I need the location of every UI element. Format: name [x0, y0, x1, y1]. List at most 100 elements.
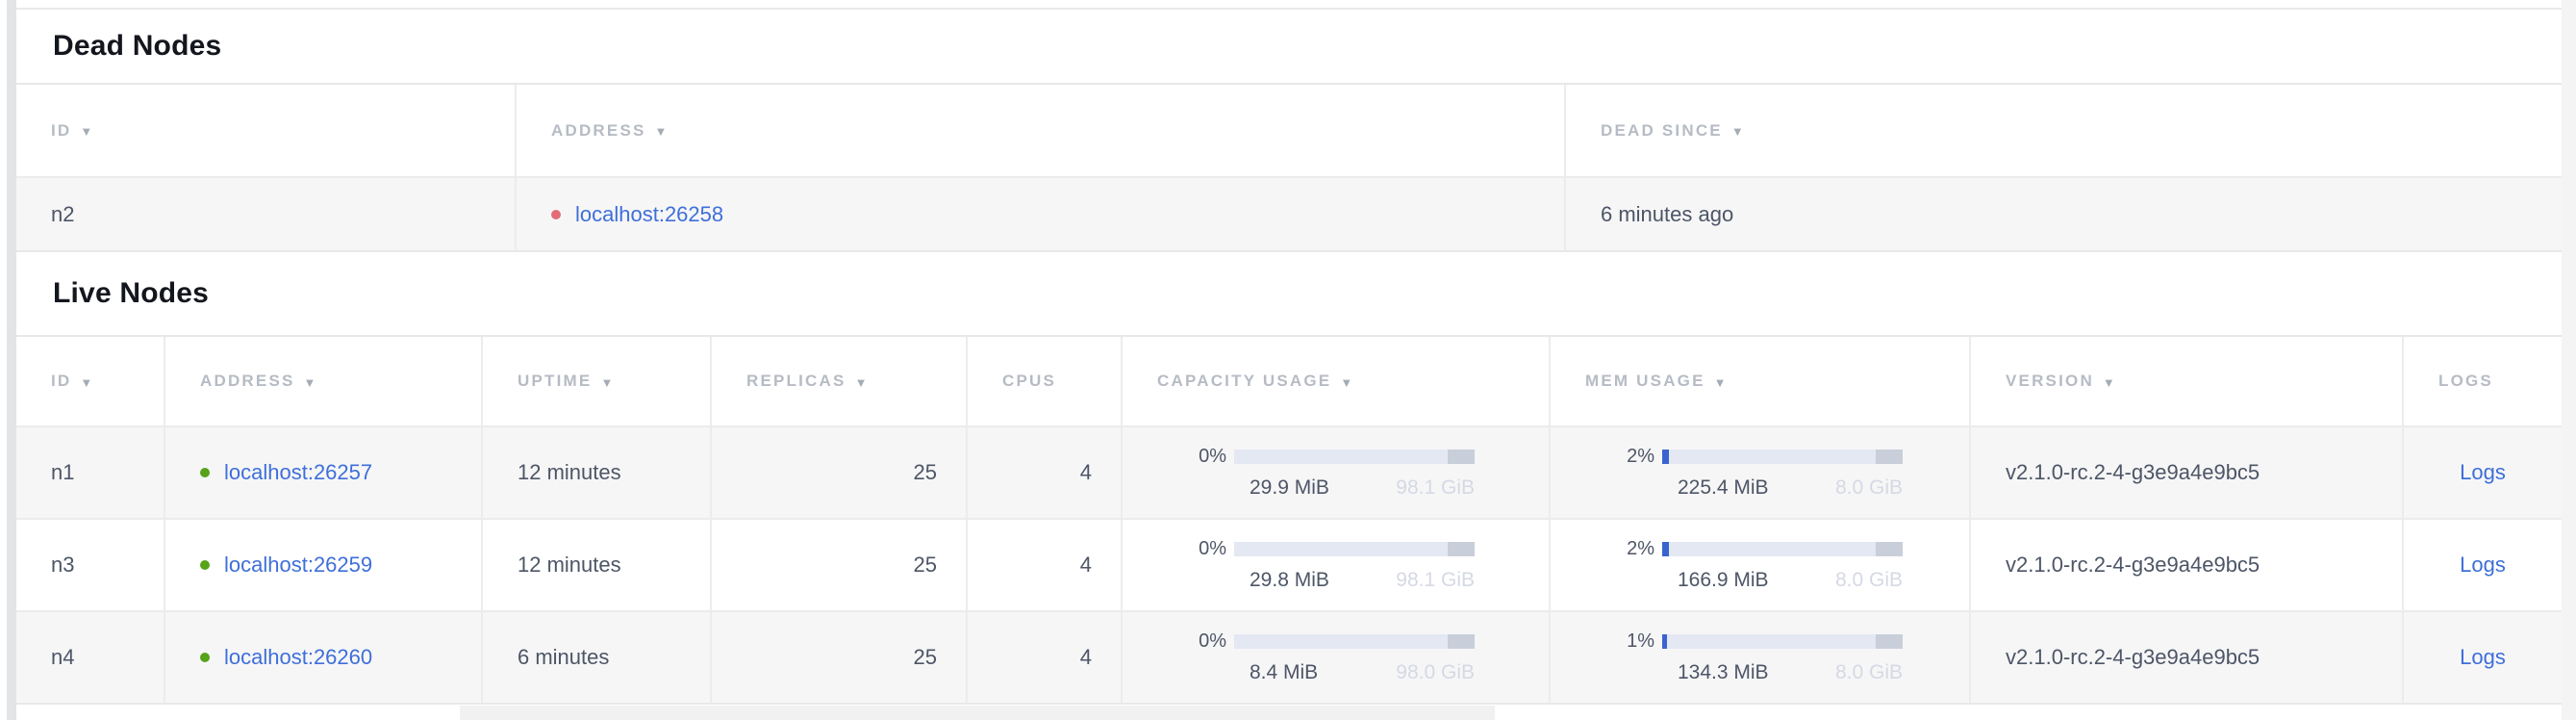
column-header-label: REPLICAS [746, 372, 846, 391]
column-header-address[interactable]: ADDRESS ▼ [165, 337, 483, 425]
column-header-cpus[interactable]: CPUS [968, 337, 1123, 425]
node-id-cell: n3 [16, 520, 165, 610]
sort-desc-icon[interactable]: ▼ [655, 124, 669, 139]
sort-desc-icon[interactable]: ▼ [80, 375, 94, 390]
mem-used-label: 134.3 MiB [1662, 661, 1769, 684]
cpus-cell: 4 [968, 427, 1123, 518]
column-header-label: CPUS [1002, 372, 1056, 391]
column-header-label: DEAD SINCE [1601, 121, 1723, 141]
capacity-used-label: 8.4 MiB [1234, 661, 1318, 684]
version-cell: v2.1.0-rc.2-4-g3e9a4e9bc5 [1971, 612, 2404, 703]
column-header-uptime[interactable]: UPTIME ▼ [483, 337, 712, 425]
live-nodes-table-header: ID ▼ ADDRESS ▼ UPTIME ▼ REPLICAS ▼ CPUS [16, 337, 2562, 425]
capacity-bar-end-block [1448, 542, 1475, 556]
column-header-label: ADDRESS [200, 372, 295, 391]
node-address-cell: localhost:26259 [165, 520, 483, 610]
capacity-percent-label: 0% [1157, 538, 1226, 560]
column-header-id[interactable]: ID ▼ [16, 85, 517, 176]
mem-percent-label: 2% [1585, 446, 1654, 468]
capacity-usage-bar [1234, 450, 1475, 464]
column-header-label: CAPACITY USAGE [1157, 372, 1331, 391]
logs-link[interactable]: Logs [2460, 553, 2506, 578]
node-address-link[interactable]: localhost:26257 [224, 460, 372, 485]
sort-desc-icon[interactable]: ▼ [1340, 375, 1354, 390]
sort-desc-icon[interactable]: ▼ [855, 375, 870, 390]
cpus-cell: 4 [968, 520, 1123, 610]
node-id-cell: n1 [16, 427, 165, 518]
capacity-usage-bar [1234, 634, 1475, 649]
mem-usage-cell: 2% 225.4 MiB 8.0 GiB [1551, 427, 1971, 518]
column-header-capacity-usage[interactable]: CAPACITY USAGE ▼ [1123, 337, 1551, 425]
mem-usage-cell: 1% 134.3 MiB 8.0 GiB [1551, 612, 1971, 703]
column-header-dead-since[interactable]: DEAD SINCE ▼ [1566, 85, 2562, 176]
live-status-dot-icon [200, 560, 210, 570]
mem-total-label: 8.0 GiB [1835, 661, 1903, 684]
node-address-cell: localhost:26257 [165, 427, 483, 518]
mem-percent-label: 2% [1585, 538, 1654, 560]
sort-desc-icon[interactable]: ▼ [600, 375, 615, 390]
mem-bar-used-segment [1662, 450, 1669, 464]
sort-desc-icon[interactable]: ▼ [1714, 375, 1729, 390]
sort-desc-icon[interactable]: ▼ [1731, 124, 1746, 139]
right-edge-strip [2562, 0, 2576, 720]
column-header-label: UPTIME [518, 372, 592, 391]
column-header-label: ID [51, 372, 71, 391]
live-status-dot-icon [200, 468, 210, 477]
mem-bar-end-block [1876, 542, 1903, 556]
left-edge-strip [0, 0, 7, 720]
replicas-cell: 25 [712, 520, 968, 610]
node-id-cell: n2 [16, 178, 517, 250]
logs-link[interactable]: Logs [2460, 645, 2506, 670]
column-header-mem-usage[interactable]: MEM USAGE ▼ [1551, 337, 1971, 425]
live-nodes-title: Live Nodes [53, 277, 209, 310]
mem-usage-cell: 2% 166.9 MiB 8.0 GiB [1551, 520, 1971, 610]
dead-nodes-table: ID ▼ ADDRESS ▼ DEAD SINCE ▼ n2 localhost… [16, 83, 2562, 252]
dead-status-dot-icon [551, 210, 561, 219]
capacity-total-label: 98.1 GiB [1396, 476, 1475, 500]
node-address-cell: localhost:26260 [165, 612, 483, 703]
column-header-id[interactable]: ID ▼ [16, 337, 165, 425]
column-header-replicas[interactable]: REPLICAS ▼ [712, 337, 968, 425]
sort-desc-icon[interactable]: ▼ [80, 124, 94, 139]
dead-nodes-title: Dead Nodes [53, 30, 221, 63]
dead-nodes-table-header: ID ▼ ADDRESS ▼ DEAD SINCE ▼ [16, 85, 2562, 176]
mem-percent-label: 1% [1585, 630, 1654, 653]
node-address-link[interactable]: localhost:26260 [224, 645, 372, 670]
live-status-dot-icon [200, 653, 210, 662]
column-header-address[interactable]: ADDRESS ▼ [517, 85, 1566, 176]
logs-cell: Logs [2404, 427, 2562, 518]
node-address-link[interactable]: localhost:26259 [224, 553, 372, 578]
logs-cell: Logs [2404, 520, 2562, 610]
column-header-logs: LOGS [2404, 337, 2562, 425]
mem-bar-end-block [1876, 634, 1903, 649]
version-cell: v2.1.0-rc.2-4-g3e9a4e9bc5 [1971, 520, 2404, 610]
page-background-band [7, 0, 16, 720]
sort-desc-icon[interactable]: ▼ [304, 375, 318, 390]
mem-used-label: 166.9 MiB [1662, 569, 1769, 592]
node-address-link[interactable]: localhost:26258 [575, 202, 723, 227]
column-header-label: VERSION [2006, 372, 2094, 391]
logs-link[interactable]: Logs [2460, 460, 2506, 485]
capacity-usage-cell: 0% 29.8 MiB 98.1 GiB [1123, 520, 1551, 610]
column-header-label: MEM USAGE [1585, 372, 1705, 391]
dead-nodes-table-body: n2 localhost:26258 6 minutes ago [16, 176, 2562, 250]
capacity-bar-end-block [1448, 634, 1475, 649]
live-nodes-table-body: n1 localhost:26257 12 minutes 25 4 0% 29… [16, 425, 2562, 703]
capacity-percent-label: 0% [1157, 446, 1226, 468]
dead-node-row: n2 localhost:26258 6 minutes ago [16, 176, 2562, 250]
version-cell: v2.1.0-rc.2-4-g3e9a4e9bc5 [1971, 427, 2404, 518]
dead-since-cell: 6 minutes ago [1566, 178, 2562, 250]
sort-desc-icon[interactable]: ▼ [2103, 375, 2117, 390]
live-node-row: n1 localhost:26257 12 minutes 25 4 0% 29… [16, 425, 2562, 518]
capacity-used-label: 29.8 MiB [1234, 569, 1329, 592]
content-area: Dead Nodes ID ▼ ADDRESS ▼ DEAD SINCE ▼ n… [16, 8, 2562, 705]
mem-total-label: 8.0 GiB [1835, 569, 1903, 592]
node-address-cell: localhost:26258 [517, 178, 1566, 250]
capacity-usage-cell: 0% 29.9 MiB 98.1 GiB [1123, 427, 1551, 518]
mem-bar-used-segment [1662, 542, 1669, 556]
column-header-version[interactable]: VERSION ▼ [1971, 337, 2404, 425]
live-node-row: n3 localhost:26259 12 minutes 25 4 0% 29… [16, 518, 2562, 610]
capacity-bar-end-block [1448, 450, 1475, 464]
nodes-overview-page: Dead Nodes ID ▼ ADDRESS ▼ DEAD SINCE ▼ n… [0, 0, 2576, 720]
column-header-label: LOGS [2438, 372, 2493, 391]
